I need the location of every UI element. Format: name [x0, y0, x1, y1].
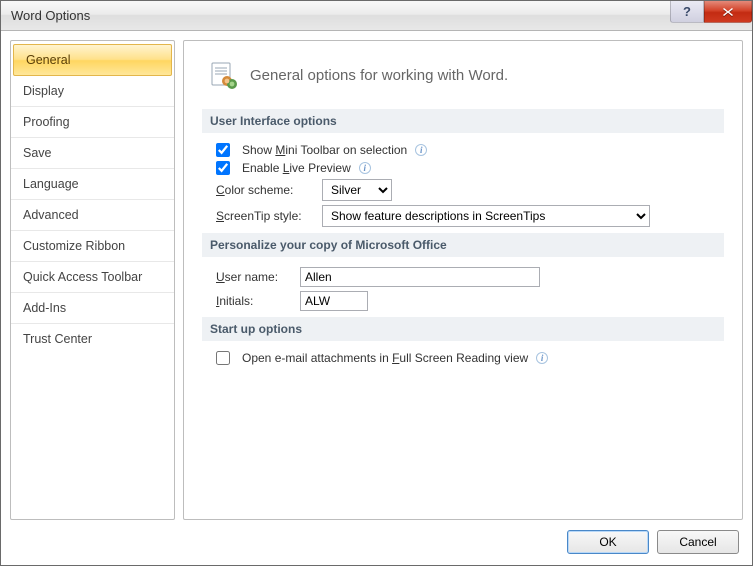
fullscreen-reading-checkbox[interactable]	[216, 351, 230, 365]
screentip-style-select[interactable]: Show feature descriptions in ScreenTips	[322, 205, 650, 227]
fullscreen-reading-label[interactable]: Open e-mail attachments in Full Screen R…	[242, 351, 528, 365]
mini-toolbar-row: Show Mini Toolbar on selection i	[216, 143, 724, 157]
sidebar-item-add-ins[interactable]: Add-Ins	[11, 293, 174, 324]
username-label: User name:	[216, 270, 294, 284]
sidebar-item-customize-ribbon[interactable]: Customize Ribbon	[11, 231, 174, 262]
live-preview-label[interactable]: Enable Live Preview	[242, 161, 351, 175]
screentip-style-row: ScreenTip style: Show feature descriptio…	[216, 205, 724, 227]
content-panel: General options for working with Word. U…	[183, 40, 743, 520]
live-preview-checkbox[interactable]	[216, 161, 230, 175]
initials-row: Initials:	[216, 291, 724, 311]
sidebar-item-advanced[interactable]: Advanced	[11, 200, 174, 231]
section-ui-options: User Interface options	[202, 109, 724, 133]
sidebar-item-general[interactable]: General	[13, 44, 172, 76]
window-title: Word Options	[11, 8, 90, 23]
dialog-footer: OK Cancel	[10, 520, 743, 556]
sidebar-item-proofing[interactable]: Proofing	[11, 107, 174, 138]
help-icon: ?	[683, 4, 691, 19]
category-sidebar: GeneralDisplayProofingSaveLanguageAdvanc…	[10, 40, 175, 520]
word-options-window: Word Options ? GeneralDisplayProofingSav…	[0, 0, 753, 566]
sidebar-item-save[interactable]: Save	[11, 138, 174, 169]
initials-label: Initials:	[216, 294, 294, 308]
section-startup: Start up options	[202, 317, 724, 341]
help-button[interactable]: ?	[670, 1, 704, 23]
initials-input[interactable]	[300, 291, 368, 311]
info-icon[interactable]: i	[536, 352, 548, 364]
mini-toolbar-label[interactable]: Show Mini Toolbar on selection	[242, 143, 407, 157]
sidebar-item-language[interactable]: Language	[11, 169, 174, 200]
general-options-icon	[208, 59, 240, 91]
sidebar-item-display[interactable]: Display	[11, 76, 174, 107]
fullscreen-reading-row: Open e-mail attachments in Full Screen R…	[216, 351, 724, 365]
close-button[interactable]	[704, 1, 752, 23]
ok-button[interactable]: OK	[567, 530, 649, 554]
titlebar[interactable]: Word Options ?	[1, 1, 752, 31]
cancel-button[interactable]: Cancel	[657, 530, 739, 554]
sidebar-item-quick-access-toolbar[interactable]: Quick Access Toolbar	[11, 262, 174, 293]
username-input[interactable]	[300, 267, 540, 287]
content-heading: General options for working with Word.	[208, 59, 724, 91]
info-icon[interactable]: i	[415, 144, 427, 156]
info-icon[interactable]: i	[359, 162, 371, 174]
sidebar-item-trust-center[interactable]: Trust Center	[11, 324, 174, 354]
section-personalize: Personalize your copy of Microsoft Offic…	[202, 233, 724, 257]
color-scheme-label: Color scheme:	[216, 183, 316, 197]
color-scheme-row: Color scheme: Silver	[216, 179, 724, 201]
close-icon	[722, 7, 734, 17]
color-scheme-select[interactable]: Silver	[322, 179, 392, 201]
username-row: User name:	[216, 267, 724, 287]
live-preview-row: Enable Live Preview i	[216, 161, 724, 175]
screentip-style-label: ScreenTip style:	[216, 209, 316, 223]
content-heading-text: General options for working with Word.	[250, 67, 508, 84]
mini-toolbar-checkbox[interactable]	[216, 143, 230, 157]
